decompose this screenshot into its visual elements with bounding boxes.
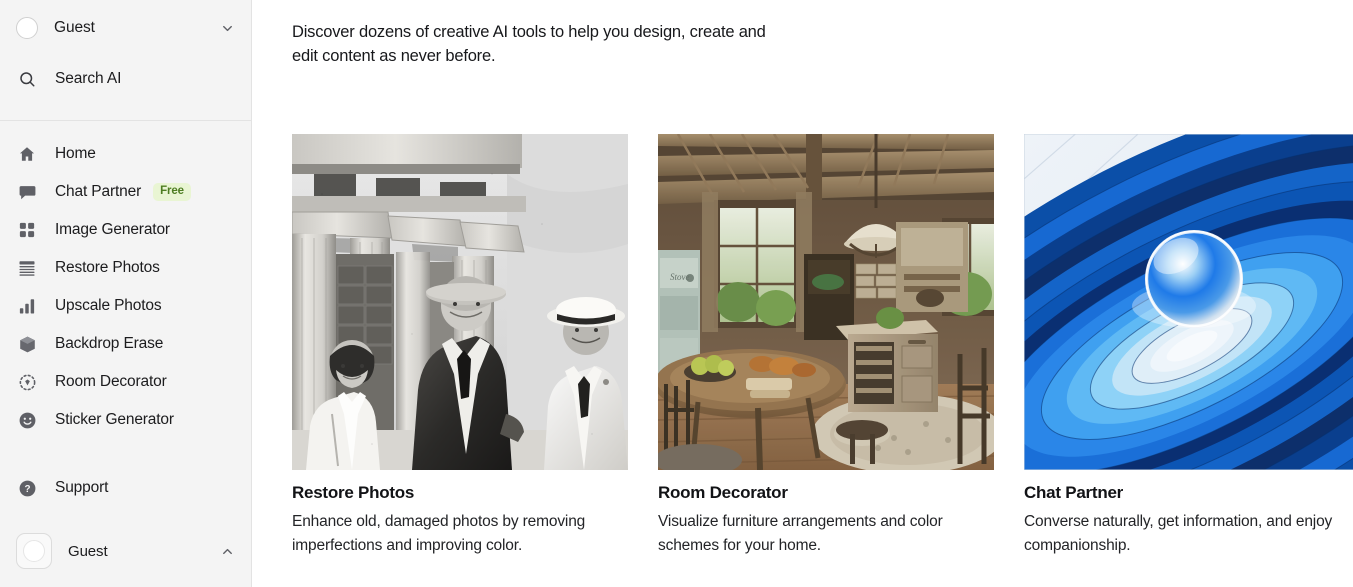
vintage-bw-temple-photo-illustration <box>292 134 628 470</box>
cube-icon <box>16 333 38 355</box>
circle-avatar-icon <box>16 17 38 39</box>
sidebar-item-image-generator[interactable]: Image Generator <box>0 211 251 249</box>
card-image-room-decorator: Stove <box>658 134 994 470</box>
rustic-kitchen-illustration: Stove <box>658 134 994 470</box>
card-image-chat-partner <box>1024 134 1353 470</box>
footer-user-name: Guest <box>68 542 108 560</box>
tool-card-grid: Restore Photos Enhance old, damaged phot… <box>292 134 1353 558</box>
page-subtitle: Discover dozens of creative AI tools to … <box>292 23 766 65</box>
tool-card-chat-partner[interactable]: Chat Partner Converse naturally, get inf… <box>1024 134 1353 558</box>
smiley-face-icon <box>16 409 38 431</box>
grid-squares-icon <box>16 219 38 241</box>
main-content: Discover dozens of creative AI tools to … <box>252 0 1353 587</box>
account-switcher[interactable]: Guest <box>0 0 251 56</box>
sidebar-item-label: Support <box>55 479 109 496</box>
card-description: Enhance old, damaged photos by removing … <box>292 513 586 554</box>
search-ai-button[interactable]: Search AI <box>0 56 251 102</box>
svg-text:?: ? <box>24 483 30 494</box>
question-circle-icon: ? <box>16 477 38 499</box>
blue-spiral-vortex-illustration <box>1024 134 1353 470</box>
card-description: Visualize furniture arrangements and col… <box>658 513 943 554</box>
account-name: Guest <box>54 19 95 36</box>
sidebar-item-label: Room Decorator <box>55 373 167 390</box>
search-ai-label: Search AI <box>55 70 122 87</box>
search-icon <box>16 68 38 90</box>
chevron-down-icon[interactable] <box>220 21 235 36</box>
bar-chart-icon <box>16 295 38 317</box>
sidebar-item-support[interactable]: ? Support <box>0 469 251 507</box>
card-image-restore-photos <box>292 134 628 470</box>
sidebar-item-label: Backdrop Erase <box>55 335 164 352</box>
dotted-circle-cursor-icon <box>16 371 38 393</box>
sidebar-item-label: Upscale Photos <box>55 297 162 314</box>
sidebar-nav: Home Chat Partner Free Image Generator R… <box>0 121 251 507</box>
sidebar-item-home[interactable]: Home <box>0 135 251 173</box>
card-title: Restore Photos <box>292 483 415 502</box>
sidebar-item-label: Sticker Generator <box>55 411 174 428</box>
sidebar-item-label: Image Generator <box>55 221 170 238</box>
tool-card-room-decorator[interactable]: Stove Room Decorator Visualize furniture… <box>658 134 994 558</box>
sidebar-item-label: Chat Partner <box>55 183 142 200</box>
tool-card-restore-photos[interactable]: Restore Photos Enhance old, damaged phot… <box>292 134 628 558</box>
sidebar-item-sticker-generator[interactable]: Sticker Generator <box>0 401 251 439</box>
sidebar-item-restore-photos[interactable]: Restore Photos <box>0 249 251 287</box>
sidebar: Guest Search AI Home Chat Partner Free I… <box>0 0 252 587</box>
card-title: Room Decorator <box>658 483 788 502</box>
chat-bubble-icon <box>16 181 38 203</box>
app-root: Guest Search AI Home Chat Partner Free I… <box>0 0 1353 587</box>
square-avatar-icon <box>16 533 52 569</box>
card-description: Converse naturally, get information, and… <box>1024 513 1333 554</box>
chevron-up-icon[interactable] <box>220 544 235 559</box>
status-badge: Free <box>153 183 191 201</box>
sidebar-item-room-decorator[interactable]: Room Decorator <box>0 363 251 401</box>
sidebar-item-label: Restore Photos <box>55 259 160 276</box>
sidebar-item-backdrop-erase[interactable]: Backdrop Erase <box>0 325 251 363</box>
card-title: Chat Partner <box>1024 483 1124 502</box>
user-profile-footer[interactable]: Guest <box>0 515 251 587</box>
sidebar-item-chat-partner[interactable]: Chat Partner Free <box>0 173 251 211</box>
lines-stack-icon <box>16 257 38 279</box>
sidebar-item-label: Home <box>55 145 96 162</box>
home-icon <box>16 143 38 165</box>
sidebar-item-upscale-photos[interactable]: Upscale Photos <box>0 287 251 325</box>
